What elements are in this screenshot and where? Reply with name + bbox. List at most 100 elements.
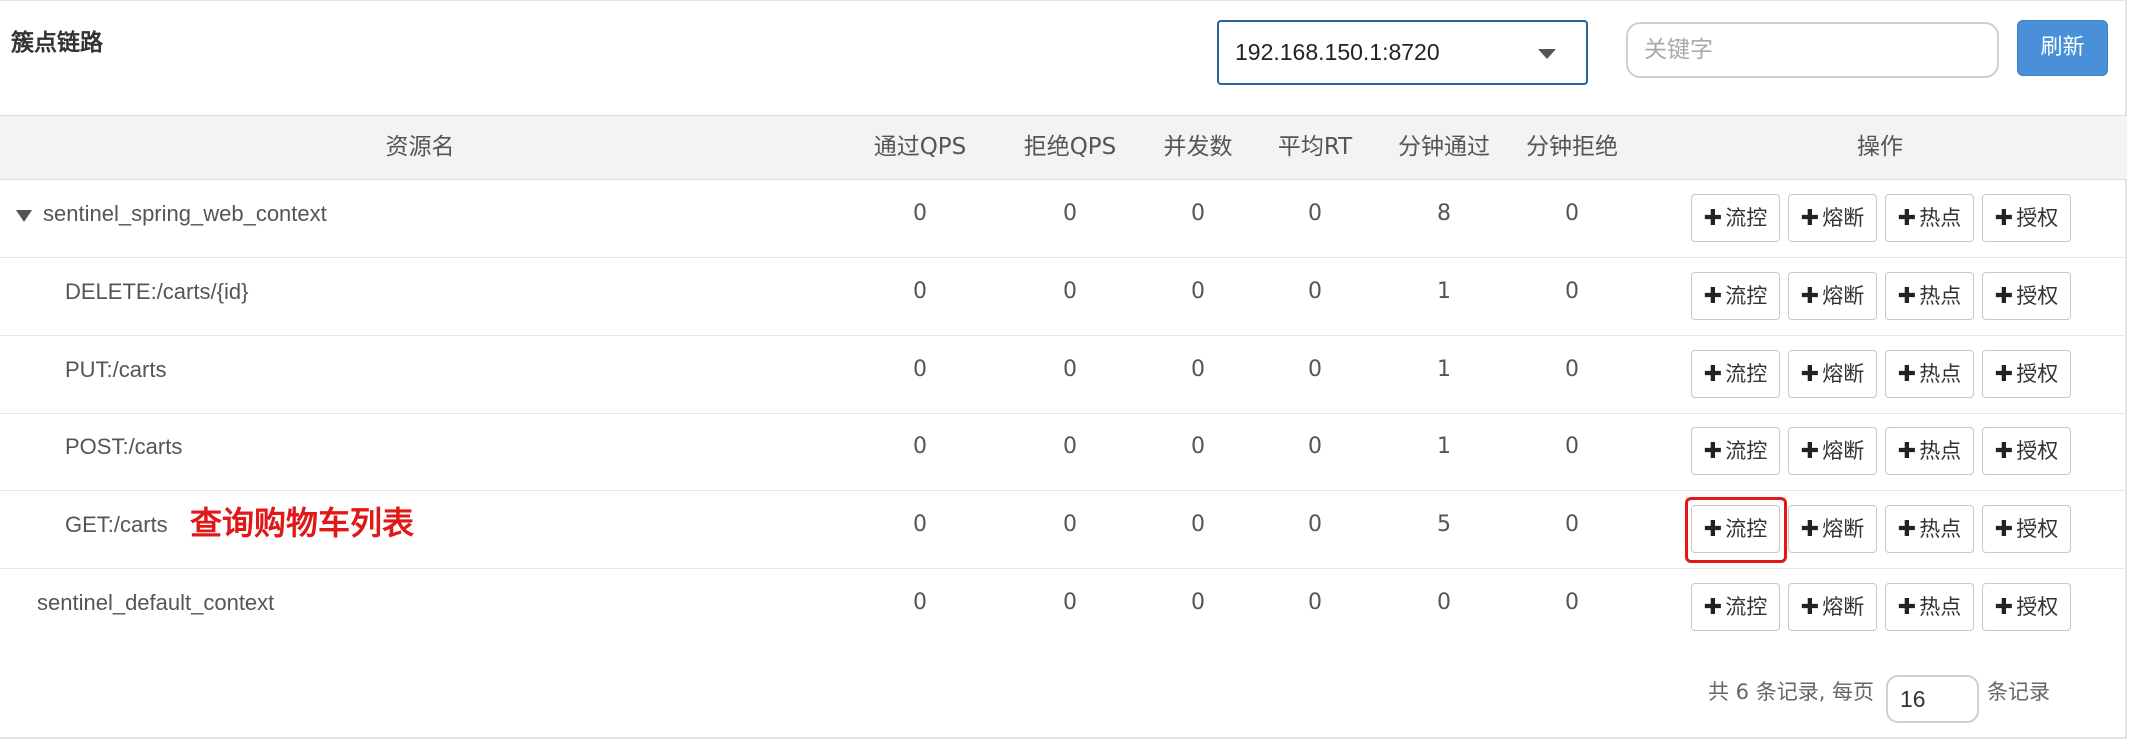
degrade-label: 熔断 [1822, 439, 1865, 463]
block-qps-value: 0 [1063, 434, 1077, 459]
resource-name: POST:/carts [65, 434, 183, 459]
flow-control-button[interactable]: ✚ 流控 [1691, 194, 1780, 242]
column-header-concurrency: 并发数 [1163, 134, 1233, 160]
authority-button[interactable]: ✚ 授权 [1982, 583, 2071, 631]
pass-qps-value: 0 [913, 357, 927, 382]
minute-pass-value: 1 [1437, 434, 1451, 459]
hotspot-button[interactable]: ✚ 热点 [1885, 194, 1974, 242]
concurrency-value: 0 [1191, 201, 1205, 226]
flow-control-button[interactable]: ✚ 流控 [1691, 427, 1780, 475]
plus-icon: ✚ [1897, 517, 1917, 542]
pagination-summary: 共 6 条记录, 每页 [1708, 680, 1875, 704]
table-row: POST:/carts 0 0 0 0 1 0 ✚ 流控 ✚ 熔断 ✚ 热点 ✚ 授权 [0, 413, 2127, 491]
block-qps-value: 0 [1063, 357, 1077, 382]
degrade-button[interactable]: ✚ 熔断 [1788, 505, 1877, 553]
authority-button[interactable]: ✚ 授权 [1982, 350, 2071, 398]
resource-name: DELETE:/carts/{id} [65, 279, 249, 304]
pass-qps-value: 0 [913, 201, 927, 226]
flow-control-button[interactable]: ✚ 流控 [1691, 583, 1780, 631]
table-header: 资源名 通过QPS 拒绝QPS 并发数 平均RT 分钟通过 分钟拒绝 操作 [0, 115, 2127, 180]
refresh-button[interactable]: 刷新 [2017, 20, 2108, 76]
minute-block-value: 0 [1565, 357, 1579, 382]
minute-block-value: 0 [1565, 279, 1579, 304]
avg-rt-value: 0 [1308, 201, 1322, 226]
block-qps-value: 0 [1063, 512, 1077, 537]
plus-icon: ✚ [1994, 517, 2014, 542]
authority-label: 授权 [2016, 284, 2059, 308]
block-qps-value: 0 [1063, 201, 1077, 226]
table-row: sentinel_default_context 0 0 0 0 0 0 ✚ 流控… [0, 569, 2127, 647]
concurrency-value: 0 [1191, 279, 1205, 304]
search-input[interactable] [1626, 22, 1999, 78]
hotspot-button[interactable]: ✚ 热点 [1885, 350, 1974, 398]
authority-button[interactable]: ✚ 授权 [1982, 505, 2071, 553]
concurrency-value: 0 [1191, 512, 1205, 537]
authority-button[interactable]: ✚ 授权 [1982, 427, 2071, 475]
plus-icon: ✚ [1703, 284, 1723, 309]
plus-icon: ✚ [1994, 206, 2014, 231]
plus-icon: ✚ [1800, 362, 1820, 387]
plus-icon: ✚ [1800, 517, 1820, 542]
degrade-button[interactable]: ✚ 熔断 [1788, 194, 1877, 242]
minute-pass-value: 8 [1437, 201, 1451, 226]
concurrency-value: 0 [1191, 590, 1205, 615]
plus-icon: ✚ [1800, 206, 1820, 231]
table-row: GET:/carts 查询购物车列表 0 0 0 0 5 0 ✚ 流控 ✚ 熔断 ✚… [0, 491, 2127, 569]
degrade-button[interactable]: ✚ 熔断 [1788, 583, 1877, 631]
flow-control-button[interactable]: ✚ 流控 [1691, 272, 1780, 320]
plus-icon: ✚ [1703, 362, 1723, 387]
flow-control-button[interactable]: ✚ 流控 [1691, 350, 1780, 398]
resource-name: sentinel_spring_web_context [43, 201, 327, 226]
plus-icon: ✚ [1800, 595, 1820, 620]
flow-control-label: 流控 [1725, 439, 1768, 463]
degrade-label: 熔断 [1822, 595, 1865, 619]
concurrency-value: 0 [1191, 434, 1205, 459]
pagination-suffix: 条记录 [1987, 680, 2050, 704]
degrade-button[interactable]: ✚ 熔断 [1788, 350, 1877, 398]
flow-control-label: 流控 [1725, 284, 1768, 308]
hotspot-label: 热点 [1919, 595, 1962, 619]
minute-block-value: 0 [1565, 434, 1579, 459]
plus-icon: ✚ [1897, 362, 1917, 387]
column-header-avg-rt: 平均RT [1277, 134, 1353, 160]
degrade-label: 熔断 [1822, 362, 1865, 386]
page-title: 簇点链路 [11, 30, 103, 56]
column-header-pass-qps: 通过QPS [873, 134, 967, 160]
minute-block-value: 0 [1565, 512, 1579, 537]
pass-qps-value: 0 [913, 590, 927, 615]
table-row: PUT:/carts 0 0 0 0 1 0 ✚ 流控 ✚ 熔断 ✚ 热点 ✚ 授权 [0, 336, 2127, 414]
flow-control-button[interactable]: ✚ 流控 [1691, 505, 1780, 553]
hotspot-label: 热点 [1919, 439, 1962, 463]
avg-rt-value: 0 [1308, 357, 1322, 382]
collapse-triangle-icon[interactable] [16, 210, 32, 222]
plus-icon: ✚ [1703, 595, 1723, 620]
degrade-label: 熔断 [1822, 517, 1865, 541]
degrade-button[interactable]: ✚ 熔断 [1788, 427, 1877, 475]
hotspot-button[interactable]: ✚ 热点 [1885, 505, 1974, 553]
authority-button[interactable]: ✚ 授权 [1982, 272, 2071, 320]
authority-label: 授权 [2016, 595, 2059, 619]
authority-button[interactable]: ✚ 授权 [1982, 194, 2071, 242]
hotspot-button[interactable]: ✚ 热点 [1885, 427, 1974, 475]
minute-pass-value: 1 [1437, 279, 1451, 304]
plus-icon: ✚ [1800, 439, 1820, 464]
plus-icon: ✚ [1703, 517, 1723, 542]
annotation-label: 查询购物车列表 [190, 504, 415, 542]
page-size-input[interactable] [1886, 675, 1979, 723]
block-qps-value: 0 [1063, 590, 1077, 615]
plus-icon: ✚ [1703, 439, 1723, 464]
column-header-resource: 资源名 [385, 134, 455, 160]
minute-pass-value: 5 [1437, 512, 1451, 537]
resource-name: GET:/carts [65, 512, 168, 537]
machine-select[interactable]: 192.168.150.1:8720 [1217, 20, 1588, 85]
plus-icon: ✚ [1994, 284, 2014, 309]
hotspot-button[interactable]: ✚ 热点 [1885, 272, 1974, 320]
pass-qps-value: 0 [913, 512, 927, 537]
flow-control-label: 流控 [1725, 362, 1768, 386]
column-header-minute-pass: 分钟通过 [1398, 134, 1490, 160]
minute-block-value: 0 [1565, 201, 1579, 226]
hotspot-button[interactable]: ✚ 热点 [1885, 583, 1974, 631]
hotspot-label: 热点 [1919, 206, 1962, 230]
degrade-button[interactable]: ✚ 熔断 [1788, 272, 1877, 320]
pass-qps-value: 0 [913, 279, 927, 304]
